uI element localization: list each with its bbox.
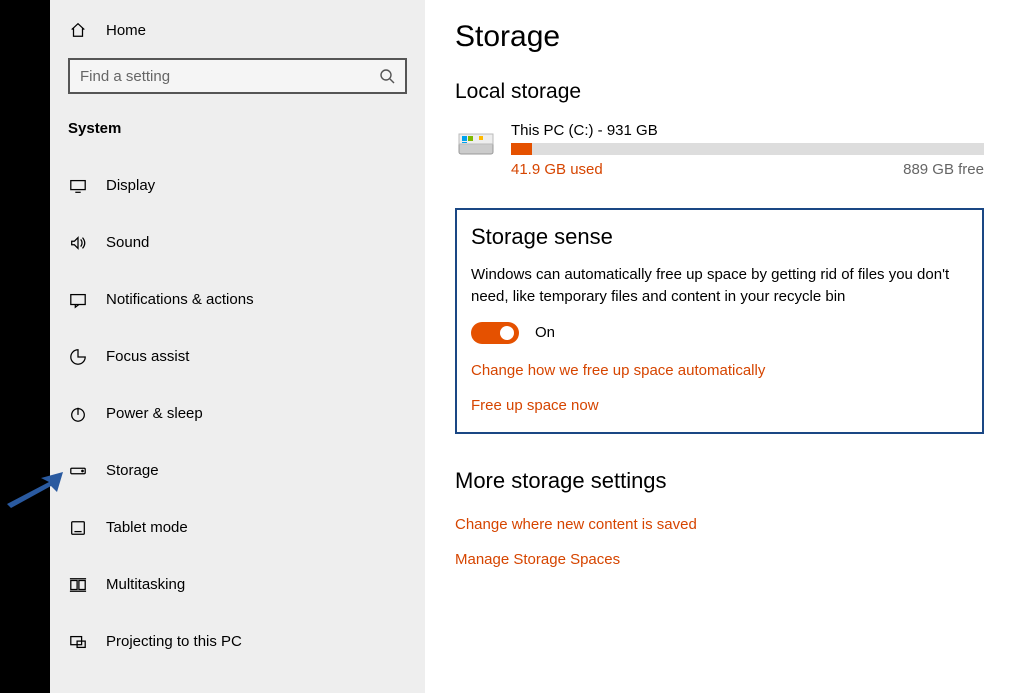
main-content: Storage Local storage This PC (C:) - 931… bbox=[425, 0, 1024, 693]
more-storage-heading: More storage settings bbox=[455, 468, 984, 494]
drive-name: This PC (C:) - 931 GB bbox=[511, 122, 984, 139]
projecting-icon bbox=[68, 632, 88, 652]
sound-icon bbox=[68, 233, 88, 253]
sidebar-item-sound[interactable]: Sound bbox=[50, 214, 425, 271]
sidebar-item-label: Tablet mode bbox=[106, 519, 188, 536]
sidebar-item-focus-assist[interactable]: Focus assist bbox=[50, 328, 425, 385]
storage-sense-toggle-row: On bbox=[471, 322, 968, 344]
window-left-bar bbox=[0, 0, 50, 693]
drive-info: This PC (C:) - 931 GB 41.9 GB used 889 G… bbox=[511, 122, 984, 178]
more-storage-section: More storage settings Change where new c… bbox=[455, 468, 984, 568]
sidebar-item-label: Power & sleep bbox=[106, 405, 203, 422]
sidebar-item-projecting[interactable]: Projecting to this PC bbox=[50, 613, 425, 670]
toggle-knob bbox=[500, 326, 514, 340]
search-container bbox=[50, 50, 425, 110]
sidebar-item-tablet-mode[interactable]: Tablet mode bbox=[50, 499, 425, 556]
storage-sense-toggle[interactable] bbox=[471, 322, 519, 344]
storage-sense-highlight-box: Storage sense Windows can automatically … bbox=[455, 208, 984, 434]
drive-row[interactable]: This PC (C:) - 931 GB 41.9 GB used 889 G… bbox=[455, 122, 984, 178]
sidebar-item-label: Display bbox=[106, 177, 155, 194]
sidebar-item-storage[interactable]: Storage bbox=[50, 442, 425, 499]
sidebar-item-label: Sound bbox=[106, 234, 149, 251]
search-box[interactable] bbox=[68, 58, 407, 94]
sidebar-item-label: Multitasking bbox=[106, 576, 185, 593]
toggle-state-label: On bbox=[535, 324, 555, 341]
storage-sense-description: Windows can automatically free up space … bbox=[471, 264, 968, 308]
drive-icon bbox=[455, 122, 497, 164]
page-title: Storage bbox=[455, 20, 984, 54]
settings-sidebar: Home System Display bbox=[50, 0, 425, 693]
home-link[interactable]: Home bbox=[50, 10, 425, 50]
tablet-icon bbox=[68, 518, 88, 538]
power-icon bbox=[68, 404, 88, 424]
sidebar-item-label: Notifications & actions bbox=[106, 291, 254, 308]
drive-free-text: 889 GB free bbox=[903, 161, 984, 178]
multitasking-icon bbox=[68, 575, 88, 595]
display-icon bbox=[68, 176, 88, 196]
drive-used-text: 41.9 GB used bbox=[511, 161, 603, 178]
sidebar-item-label: Projecting to this PC bbox=[106, 633, 242, 650]
drive-usage-bar bbox=[511, 143, 984, 155]
sidebar-item-power-sleep[interactable]: Power & sleep bbox=[50, 385, 425, 442]
home-icon bbox=[68, 20, 88, 40]
local-storage-heading: Local storage bbox=[455, 80, 984, 104]
link-manage-storage-spaces[interactable]: Manage Storage Spaces bbox=[455, 551, 984, 568]
link-change-where-saved[interactable]: Change where new content is saved bbox=[455, 516, 984, 533]
focus-assist-icon bbox=[68, 347, 88, 367]
sidebar-item-label: Focus assist bbox=[106, 348, 189, 365]
sidebar-section-title: System bbox=[50, 110, 425, 157]
search-input[interactable] bbox=[80, 68, 379, 85]
notifications-icon bbox=[68, 290, 88, 310]
drive-stats: 41.9 GB used 889 GB free bbox=[511, 161, 984, 178]
sidebar-item-display[interactable]: Display bbox=[50, 157, 425, 214]
sidebar-item-multitasking[interactable]: Multitasking bbox=[50, 556, 425, 613]
sidebar-item-label: Storage bbox=[106, 462, 159, 479]
drive-usage-fill bbox=[511, 143, 532, 155]
home-label: Home bbox=[106, 22, 146, 39]
link-free-up-now[interactable]: Free up space now bbox=[471, 397, 968, 414]
storage-icon bbox=[68, 461, 88, 481]
storage-sense-heading: Storage sense bbox=[471, 224, 968, 250]
link-change-auto-free[interactable]: Change how we free up space automaticall… bbox=[471, 362, 968, 379]
sidebar-item-notifications[interactable]: Notifications & actions bbox=[50, 271, 425, 328]
search-icon bbox=[379, 68, 395, 84]
